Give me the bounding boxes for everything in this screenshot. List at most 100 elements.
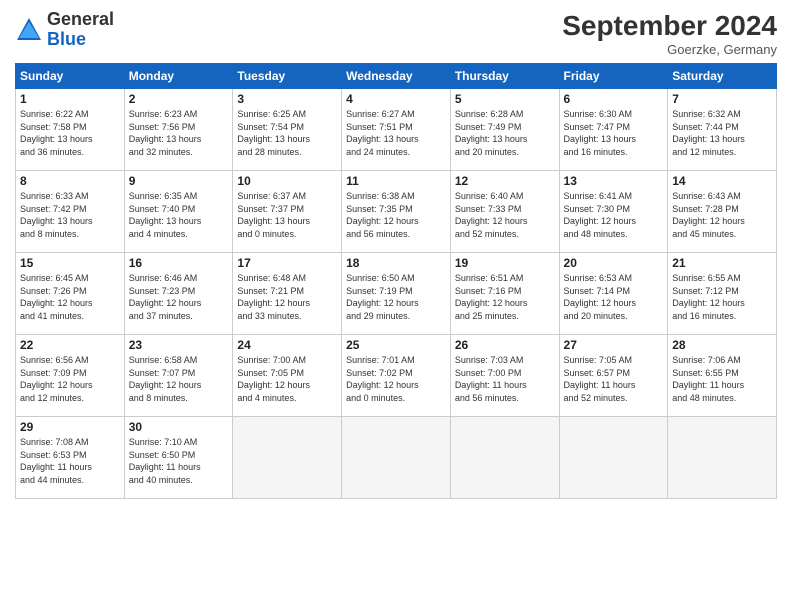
day-info: Sunrise: 6:38 AMSunset: 7:35 PMDaylight:…	[346, 190, 446, 240]
day-info: Sunrise: 6:46 AMSunset: 7:23 PMDaylight:…	[129, 272, 229, 322]
day-number: 22	[20, 338, 120, 352]
day-info: Sunrise: 6:22 AMSunset: 7:58 PMDaylight:…	[20, 108, 120, 158]
col-sunday: Sunday	[16, 64, 125, 89]
logo-general: General	[47, 9, 114, 29]
day-info: Sunrise: 7:05 AMSunset: 6:57 PMDaylight:…	[564, 354, 664, 404]
day-number: 19	[455, 256, 555, 270]
day-number: 10	[237, 174, 337, 188]
calendar-week-row: 8 Sunrise: 6:33 AMSunset: 7:42 PMDaylight…	[16, 171, 777, 253]
day-info: Sunrise: 7:00 AMSunset: 7:05 PMDaylight:…	[237, 354, 337, 404]
day-info: Sunrise: 7:06 AMSunset: 6:55 PMDaylight:…	[672, 354, 772, 404]
table-row: 24 Sunrise: 7:00 AMSunset: 7:05 PMDayligh…	[233, 335, 342, 417]
day-info: Sunrise: 6:25 AMSunset: 7:54 PMDaylight:…	[237, 108, 337, 158]
table-row	[559, 417, 668, 499]
day-info: Sunrise: 6:27 AMSunset: 7:51 PMDaylight:…	[346, 108, 446, 158]
table-row: 19 Sunrise: 6:51 AMSunset: 7:16 PMDayligh…	[450, 253, 559, 335]
calendar-week-row: 22 Sunrise: 6:56 AMSunset: 7:09 PMDayligh…	[16, 335, 777, 417]
table-row: 20 Sunrise: 6:53 AMSunset: 7:14 PMDayligh…	[559, 253, 668, 335]
day-number: 17	[237, 256, 337, 270]
page: General Blue September 2024 Goerzke, Ger…	[0, 0, 792, 612]
day-number: 12	[455, 174, 555, 188]
table-row: 23 Sunrise: 6:58 AMSunset: 7:07 PMDayligh…	[124, 335, 233, 417]
day-info: Sunrise: 6:56 AMSunset: 7:09 PMDaylight:…	[20, 354, 120, 404]
day-info: Sunrise: 6:40 AMSunset: 7:33 PMDaylight:…	[455, 190, 555, 240]
table-row: 2 Sunrise: 6:23 AMSunset: 7:56 PMDaylight…	[124, 89, 233, 171]
day-number: 28	[672, 338, 772, 352]
table-row: 17Sunrise: 6:48 AMSunset: 7:21 PMDayligh…	[233, 253, 342, 335]
day-number: 20	[564, 256, 664, 270]
table-row: 5 Sunrise: 6:28 AMSunset: 7:49 PMDaylight…	[450, 89, 559, 171]
day-info: Sunrise: 7:01 AMSunset: 7:02 PMDaylight:…	[346, 354, 446, 404]
day-number: 15	[20, 256, 120, 270]
table-row	[342, 417, 451, 499]
col-monday: Monday	[124, 64, 233, 89]
table-row	[233, 417, 342, 499]
day-number: 14	[672, 174, 772, 188]
calendar-week-row: 29Sunrise: 7:08 AMSunset: 6:53 PMDayligh…	[16, 417, 777, 499]
table-row: 6 Sunrise: 6:30 AMSunset: 7:47 PMDaylight…	[559, 89, 668, 171]
day-info: Sunrise: 6:55 AMSunset: 7:12 PMDaylight:…	[672, 272, 772, 322]
table-row	[668, 417, 777, 499]
day-info: Sunrise: 6:28 AMSunset: 7:49 PMDaylight:…	[455, 108, 555, 158]
day-number: 9	[129, 174, 229, 188]
col-saturday: Saturday	[668, 64, 777, 89]
day-number: 11	[346, 174, 446, 188]
day-info: Sunrise: 6:30 AMSunset: 7:47 PMDaylight:…	[564, 108, 664, 158]
day-number: 4	[346, 92, 446, 106]
day-number: 13	[564, 174, 664, 188]
col-friday: Friday	[559, 64, 668, 89]
day-number: 1	[20, 92, 120, 106]
day-number: 16	[129, 256, 229, 270]
table-row: 25 Sunrise: 7:01 AMSunset: 7:02 PMDayligh…	[342, 335, 451, 417]
calendar: Sunday Monday Tuesday Wednesday Thursday…	[15, 63, 777, 499]
table-row: 21Sunrise: 6:55 AMSunset: 7:12 PMDayligh…	[668, 253, 777, 335]
col-tuesday: Tuesday	[233, 64, 342, 89]
day-info: Sunrise: 7:10 AMSunset: 6:50 PMDaylight:…	[129, 436, 229, 486]
day-info: Sunrise: 6:45 AMSunset: 7:26 PMDaylight:…	[20, 272, 120, 322]
day-number: 5	[455, 92, 555, 106]
day-number: 27	[564, 338, 664, 352]
table-row: 11 Sunrise: 6:38 AMSunset: 7:35 PMDayligh…	[342, 171, 451, 253]
day-info: Sunrise: 6:43 AMSunset: 7:28 PMDaylight:…	[672, 190, 772, 240]
day-info: Sunrise: 7:08 AMSunset: 6:53 PMDaylight:…	[20, 436, 120, 486]
table-row: 13 Sunrise: 6:41 AMSunset: 7:30 PMDayligh…	[559, 171, 668, 253]
calendar-week-row: 15 Sunrise: 6:45 AMSunset: 7:26 PMDayligh…	[16, 253, 777, 335]
table-row: 10 Sunrise: 6:37 AMSunset: 7:37 PMDayligh…	[233, 171, 342, 253]
table-row: 30 Sunrise: 7:10 AMSunset: 6:50 PMDayligh…	[124, 417, 233, 499]
logo-icon	[15, 16, 43, 44]
table-row: 26Sunrise: 7:03 AMSunset: 7:00 PMDayligh…	[450, 335, 559, 417]
day-number: 24	[237, 338, 337, 352]
day-number: 8	[20, 174, 120, 188]
day-info: Sunrise: 6:41 AMSunset: 7:30 PMDaylight:…	[564, 190, 664, 240]
day-info: Sunrise: 6:50 AMSunset: 7:19 PMDaylight:…	[346, 272, 446, 322]
day-info: Sunrise: 6:33 AMSunset: 7:42 PMDaylight:…	[20, 190, 120, 240]
table-row: 28 Sunrise: 7:06 AMSunset: 6:55 PMDayligh…	[668, 335, 777, 417]
day-info: Sunrise: 6:53 AMSunset: 7:14 PMDaylight:…	[564, 272, 664, 322]
table-row: 4 Sunrise: 6:27 AMSunset: 7:51 PMDaylight…	[342, 89, 451, 171]
table-row	[450, 417, 559, 499]
location: Goerzke, Germany	[562, 42, 777, 57]
day-number: 23	[129, 338, 229, 352]
day-number: 6	[564, 92, 664, 106]
day-info: Sunrise: 6:37 AMSunset: 7:37 PMDaylight:…	[237, 190, 337, 240]
table-row: 27 Sunrise: 7:05 AMSunset: 6:57 PMDayligh…	[559, 335, 668, 417]
day-number: 25	[346, 338, 446, 352]
day-number: 7	[672, 92, 772, 106]
day-number: 2	[129, 92, 229, 106]
table-row: 15 Sunrise: 6:45 AMSunset: 7:26 PMDayligh…	[16, 253, 125, 335]
table-row: 18 Sunrise: 6:50 AMSunset: 7:19 PMDayligh…	[342, 253, 451, 335]
day-number: 18	[346, 256, 446, 270]
day-info: Sunrise: 6:58 AMSunset: 7:07 PMDaylight:…	[129, 354, 229, 404]
title-block: September 2024 Goerzke, Germany	[562, 10, 777, 57]
day-number: 30	[129, 420, 229, 434]
calendar-header-row: Sunday Monday Tuesday Wednesday Thursday…	[16, 64, 777, 89]
table-row: 22 Sunrise: 6:56 AMSunset: 7:09 PMDayligh…	[16, 335, 125, 417]
table-row: 29Sunrise: 7:08 AMSunset: 6:53 PMDayligh…	[16, 417, 125, 499]
day-info: Sunrise: 6:51 AMSunset: 7:16 PMDaylight:…	[455, 272, 555, 322]
day-info: Sunrise: 6:23 AMSunset: 7:56 PMDaylight:…	[129, 108, 229, 158]
calendar-week-row: 1 Sunrise: 6:22 AMSunset: 7:58 PMDaylight…	[16, 89, 777, 171]
table-row: 9Sunrise: 6:35 AMSunset: 7:40 PMDaylight…	[124, 171, 233, 253]
logo-text: General Blue	[47, 10, 114, 50]
month-title: September 2024	[562, 10, 777, 42]
col-thursday: Thursday	[450, 64, 559, 89]
